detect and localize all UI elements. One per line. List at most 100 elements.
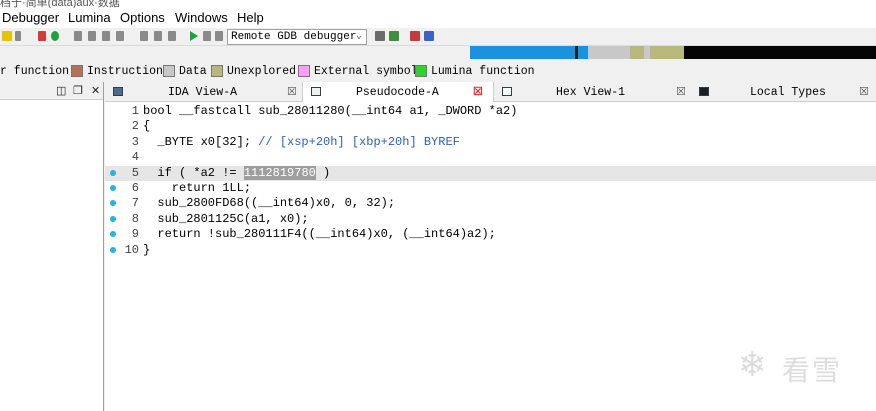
code-line[interactable]: 7 sub_2800FD68((__int64)x0, 0, 32); bbox=[105, 196, 876, 211]
line-number: 3 bbox=[131, 134, 139, 149]
breakpoint-dot-icon[interactable] bbox=[110, 185, 116, 191]
hex-icon bbox=[502, 87, 512, 96]
menu-bar: Debugger Lumina Options Windows Help bbox=[0, 8, 876, 28]
breakpoint-dot-icon[interactable] bbox=[110, 246, 116, 253]
pause-icon[interactable] bbox=[203, 31, 211, 41]
code-text: if ( *a2 != 1112819780 ) bbox=[143, 165, 331, 181]
disassembly-icon bbox=[113, 87, 123, 96]
tab-hex-view-1[interactable]: Hex View-1 ☒ bbox=[494, 82, 691, 102]
code-text: } bbox=[143, 242, 151, 257]
code-decl: _BYTE x0[32]; bbox=[143, 134, 259, 149]
line-number: 1 bbox=[131, 104, 139, 118]
segments-icon[interactable] bbox=[88, 31, 96, 41]
code-text: return !sub_280111F4((__int64)x0, (__int… bbox=[143, 227, 496, 242]
line-number: 6 bbox=[131, 181, 139, 195]
code-text: { bbox=[143, 119, 151, 134]
breakpoint-dot-icon[interactable] bbox=[110, 215, 116, 222]
threads-icon[interactable] bbox=[154, 31, 162, 41]
legend-swatch-lumina bbox=[415, 65, 427, 77]
tab-label: Local Types bbox=[750, 86, 826, 99]
code-post: ) bbox=[315, 165, 331, 180]
close-icon[interactable]: ☒ bbox=[287, 85, 297, 98]
code-line-current[interactable]: 5 if ( *a2 != 1112819780 ) bbox=[105, 165, 876, 181]
modules-icon[interactable] bbox=[168, 31, 176, 41]
tab-local-types[interactable]: Local Types ☒ bbox=[691, 82, 876, 102]
legend-swatch-unexplored bbox=[211, 65, 223, 77]
legend-label-external: External symbol bbox=[314, 65, 418, 78]
stack-icon[interactable] bbox=[140, 31, 148, 41]
highlight-icon[interactable] bbox=[2, 31, 12, 41]
menu-windows[interactable]: Windows bbox=[175, 10, 228, 25]
menu-lumina[interactable]: Lumina bbox=[68, 10, 111, 25]
sync-icon[interactable] bbox=[410, 31, 420, 41]
view-icon[interactable] bbox=[424, 31, 434, 41]
window-title: 档于·简单(data)aux·数据 bbox=[0, 0, 120, 8]
legend-swatch-data bbox=[163, 65, 175, 77]
legend-label-function: r function bbox=[0, 65, 70, 78]
enums-icon[interactable] bbox=[116, 31, 124, 41]
line-number: 10 bbox=[124, 242, 139, 257]
highlighted-constant[interactable]: 1112819780 bbox=[243, 165, 316, 180]
code-line[interactable]: 9 return !sub_280111F4((__int64)x0, (__i… bbox=[105, 227, 876, 242]
code-line[interactable]: 3 _BYTE x0[32]; // [xsp+20h] [xbp+20h] B… bbox=[105, 135, 876, 150]
chevron-down-icon: ⌄ bbox=[355, 31, 362, 42]
close-icon[interactable]: ☒ bbox=[859, 85, 869, 98]
code-comment: // [xsp+20h] [xbp+20h] BYREF bbox=[258, 134, 460, 149]
menu-debugger[interactable]: Debugger bbox=[2, 10, 59, 25]
debugger-select[interactable]: Remote GDB debugger ⌄ bbox=[227, 29, 367, 45]
structures-icon[interactable] bbox=[102, 31, 110, 41]
stop-icon[interactable] bbox=[215, 31, 223, 41]
debugger-select-value: Remote GDB debugger bbox=[231, 31, 357, 43]
menu-options[interactable]: Options bbox=[120, 10, 165, 25]
breakpoint-list-icon[interactable] bbox=[74, 31, 82, 41]
legend-bar: r function Instruction Data Unexplored E… bbox=[0, 60, 876, 82]
navigation-band[interactable] bbox=[0, 46, 876, 59]
panel-float-icon[interactable]: ❐ bbox=[73, 84, 83, 97]
attach-icon[interactable] bbox=[389, 31, 399, 41]
watermark: ❄ 看雪 bbox=[738, 345, 868, 387]
graph-icon[interactable] bbox=[38, 31, 46, 41]
breakpoint-dot-icon[interactable] bbox=[110, 231, 116, 238]
debug-option-icon[interactable] bbox=[375, 31, 385, 41]
functions-panel-header: ◫ ❐ ✕ bbox=[0, 82, 103, 100]
legend-swatch-instruction bbox=[71, 65, 83, 77]
code-line[interactable]: 10 } bbox=[105, 243, 876, 258]
code-line[interactable]: 4 bbox=[105, 150, 876, 165]
code-pre: if ( *a2 != bbox=[143, 165, 244, 180]
code-line[interactable]: 8 sub_2801125C(a1, x0); bbox=[105, 212, 876, 227]
breakpoint-dot-icon[interactable] bbox=[110, 200, 116, 207]
code-line[interactable]: 1 bool __fastcall sub_28011280(__int64 a… bbox=[105, 104, 876, 119]
play-icon[interactable] bbox=[190, 31, 198, 41]
tab-ida-view-a[interactable]: IDA View-A ☒ bbox=[105, 82, 302, 102]
breakpoint-dot-icon[interactable] bbox=[110, 169, 116, 176]
code-text: sub_2800FD68((__int64)x0, 0, 32); bbox=[143, 196, 396, 211]
close-icon[interactable]: ☒ bbox=[473, 85, 483, 98]
window-title-bar: 档于·简单(data)aux·数据 bbox=[0, 0, 876, 8]
close-icon[interactable]: ☒ bbox=[676, 85, 686, 98]
tab-label: Hex View-1 bbox=[556, 86, 626, 99]
functions-panel: ◫ ❐ ✕ bbox=[0, 82, 104, 411]
line-number: 2 bbox=[131, 119, 139, 134]
line-number: 7 bbox=[131, 196, 139, 211]
code-line[interactable]: 6 return 1LL; bbox=[105, 181, 876, 196]
code-text: sub_2801125C(a1, x0); bbox=[143, 211, 309, 226]
legend-label-unexplored: Unexplored bbox=[227, 65, 297, 78]
legend-swatch-external bbox=[298, 65, 310, 77]
types-icon bbox=[699, 87, 709, 96]
line-number: 8 bbox=[131, 211, 139, 226]
dropdown-arrow-icon[interactable] bbox=[15, 31, 21, 41]
watermark-text: 看雪 bbox=[782, 354, 843, 387]
snowflake-icon: ❄ bbox=[738, 346, 767, 384]
legend-label-lumina: Lumina function bbox=[431, 65, 535, 78]
code-text: _BYTE x0[32]; // [xsp+20h] [xbp+20h] BYR… bbox=[143, 134, 460, 150]
code-text: bool __fastcall sub_28011280(__int64 a1,… bbox=[143, 104, 518, 118]
tab-pseudocode-a[interactable]: Pseudocode-A ☒ bbox=[302, 82, 494, 102]
close-icon[interactable]: ✕ bbox=[91, 84, 100, 97]
tab-label: IDA View-A bbox=[168, 86, 238, 99]
panel-restore-icon[interactable]: ◫ bbox=[56, 84, 66, 97]
menu-help[interactable]: Help bbox=[237, 10, 264, 25]
pseudocode-icon bbox=[311, 87, 321, 96]
code-line[interactable]: 2 { bbox=[105, 119, 876, 134]
line-number: 9 bbox=[131, 227, 139, 242]
lumina-icon[interactable] bbox=[51, 31, 59, 41]
